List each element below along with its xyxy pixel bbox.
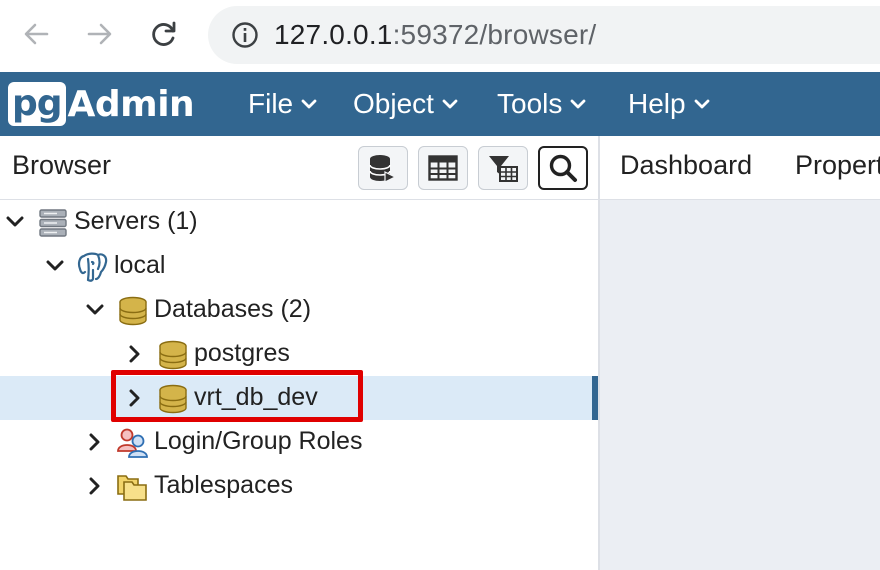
browser-panel-header: Browser <box>0 136 598 200</box>
url-text: 127.0.0.1:59372/browser/ <box>274 19 596 51</box>
chevron-down-icon <box>570 98 586 110</box>
tree-node-server-local[interactable]: local <box>0 244 598 288</box>
browser-toolbar: 127.0.0.1:59372/browser/ <box>0 0 880 72</box>
query-tool-icon <box>369 155 397 183</box>
menu-tools[interactable]: Tools <box>497 72 586 136</box>
pgadmin-logo[interactable]: pg Admin <box>8 80 195 128</box>
selection-indicator <box>592 376 598 420</box>
tab-dashboard[interactable]: Dashboard <box>620 150 752 181</box>
postgres-elephant-icon <box>76 250 110 284</box>
reload-button[interactable] <box>144 14 184 54</box>
roles-icon <box>116 426 150 460</box>
filtered-rows-button[interactable] <box>478 146 528 190</box>
menu-help-label: Help <box>628 88 686 119</box>
view-data-button[interactable] <box>418 146 468 190</box>
browser-panel-title: Browser <box>12 150 112 180</box>
logo-pg: pg <box>8 82 66 126</box>
chevron-down-icon <box>442 98 458 110</box>
search-icon <box>549 154 577 182</box>
menu-object-label: Object <box>353 88 434 119</box>
chevron-down-icon[interactable] <box>84 299 106 321</box>
database-icon <box>156 338 190 372</box>
tree-node-databases[interactable]: Databases (2) <box>0 288 598 332</box>
tree-node-servers[interactable]: Servers (1) <box>0 200 598 244</box>
arrow-left-icon <box>24 23 49 45</box>
chevron-down-icon <box>694 98 710 110</box>
menu-file-label: File <box>248 88 294 119</box>
tablespaces-icon <box>116 470 150 504</box>
tree-node-label: Servers (1) <box>74 207 198 235</box>
chevron-right-icon[interactable] <box>84 475 106 497</box>
menu-file[interactable]: File <box>248 72 317 136</box>
highlight-box <box>111 370 363 422</box>
back-button[interactable] <box>16 14 56 54</box>
tab-properties[interactable]: Properties <box>795 150 880 181</box>
site-info-icon[interactable] <box>230 20 260 50</box>
menu-help[interactable]: Help <box>628 72 710 136</box>
tree-node-label: Login/Group Roles <box>154 427 363 455</box>
chevron-down-icon[interactable] <box>44 255 66 277</box>
servers-icon <box>36 206 70 240</box>
tree-node-label: Databases (2) <box>154 295 312 323</box>
tree-node-login-group-roles[interactable]: Login/Group Roles <box>0 420 598 464</box>
menu-object[interactable]: Object <box>353 72 458 136</box>
url-path: :59372/browser/ <box>392 19 597 50</box>
tree-node-tablespaces[interactable]: Tablespaces <box>0 464 598 508</box>
logo-admin: Admin <box>67 83 195 125</box>
search-objects-button[interactable] <box>538 146 588 190</box>
tree-node-label: local <box>114 251 166 279</box>
arrow-right-icon <box>87 23 112 45</box>
pgadmin-navbar: pg Admin File Object Tools Help <box>0 72 880 136</box>
forward-button[interactable] <box>80 14 120 54</box>
menu-tools-label: Tools <box>497 88 563 119</box>
chevron-right-icon[interactable] <box>84 431 106 453</box>
main-content-area <box>600 200 880 570</box>
chevron-down-icon[interactable] <box>4 211 26 233</box>
chevron-right-icon[interactable] <box>124 343 146 365</box>
reload-icon <box>152 21 176 46</box>
view-data-icon <box>428 155 458 181</box>
query-tool-button[interactable] <box>358 146 408 190</box>
filtered-rows-icon <box>489 156 518 182</box>
main-tabs: Dashboard Properties <box>600 136 880 200</box>
url-host: 127.0.0.1 <box>274 19 393 50</box>
chevron-down-icon <box>301 98 317 110</box>
tree-node-label: Tablespaces <box>154 471 293 499</box>
databases-icon <box>116 294 150 328</box>
address-bar[interactable]: 127.0.0.1:59372/browser/ <box>208 6 880 64</box>
tree-node-label: postgres <box>194 339 290 367</box>
